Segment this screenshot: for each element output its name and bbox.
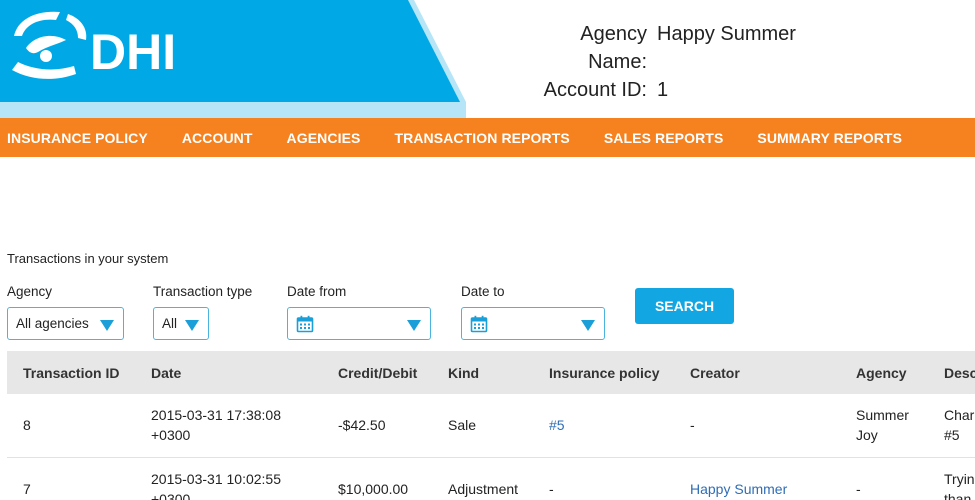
cell-agency: Summer Joy	[840, 394, 928, 458]
date-to-filter: Date to	[461, 284, 605, 340]
cell-kind: Sale	[432, 394, 533, 458]
agency-select-value: All agencies	[16, 316, 89, 331]
policy-link[interactable]: #5	[549, 417, 565, 433]
cell-date: 2015-03-31 10:02:55 +0300	[151, 470, 281, 500]
nav-insurance-policy[interactable]: INSURANCE POLICY	[7, 130, 148, 146]
account-id-value: 1	[657, 79, 669, 101]
col-header-description[interactable]: Desc	[928, 351, 975, 394]
search-button[interactable]: SEARCH	[635, 288, 734, 324]
header: DHI Agency Name: Happy Summer Account ID…	[0, 0, 975, 118]
transactions-table: Transaction ID Date Credit/Debit Kind In…	[7, 351, 975, 500]
nav-account[interactable]: ACCOUNT	[182, 130, 253, 146]
cell-transaction-id: 8	[7, 394, 135, 458]
col-header-date[interactable]: Date	[135, 351, 322, 394]
date-to-label: Date to	[461, 284, 505, 299]
table-header-row: Transaction ID Date Credit/Debit Kind In…	[7, 351, 975, 394]
nav-sales-reports[interactable]: SALES REPORTS	[604, 130, 724, 146]
cell-creator: Happy Summer	[674, 457, 840, 500]
cell-creator: -	[674, 394, 840, 458]
date-from-filter: Date from	[287, 284, 431, 340]
cell-description: Tryin than	[944, 470, 975, 500]
date-from-picker[interactable]	[287, 307, 431, 340]
nav-transaction-reports[interactable]: TRANSACTION REPORTS	[394, 130, 569, 146]
dropdown-arrow-icon	[407, 320, 421, 331]
dropdown-arrow-icon	[100, 320, 114, 331]
type-filter: Transaction type All	[153, 284, 252, 340]
agency-name-label: Agency Name:	[580, 23, 647, 73]
cell-transaction-id: 7	[23, 480, 31, 497]
cell-policy: #5	[533, 394, 674, 458]
agency-filter: Agency All agencies	[7, 284, 124, 340]
dropdown-arrow-icon	[185, 320, 199, 331]
dropdown-arrow-icon	[581, 320, 595, 331]
nav-summary-reports[interactable]: SUMMARY REPORTS	[757, 130, 902, 146]
calendar-icon	[296, 315, 314, 332]
col-header-kind[interactable]: Kind	[432, 351, 533, 394]
date-to-picker[interactable]	[461, 307, 605, 340]
type-filter-label: Transaction type	[153, 284, 253, 299]
type-select-value: All	[162, 316, 178, 331]
cell-policy: -	[549, 480, 554, 497]
section-title: Transactions in your system	[7, 251, 169, 266]
calendar-icon	[470, 315, 488, 332]
col-header-creator[interactable]: Creator	[674, 351, 840, 394]
date-from-label: Date from	[287, 284, 347, 299]
table-row: 7 2015-03-31 10:02:55 +0300 $10,000.00 Ad…	[7, 457, 975, 500]
cell-amount: -$42.50	[322, 394, 432, 458]
cell-description: Char #5	[928, 394, 975, 458]
table-row: 8 2015-03-31 17:38:08 +0300 -$42.50 Sale …	[7, 394, 975, 458]
cell-date: 2015-03-31 17:38:08 +0300	[135, 394, 322, 458]
col-header-credit-debit[interactable]: Credit/Debit	[322, 351, 432, 394]
agency-select[interactable]: All agencies	[7, 307, 124, 340]
dhi-logo[interactable]: DHI	[8, 6, 178, 86]
col-header-agency[interactable]: Agency	[840, 351, 928, 394]
logo-text: DHI	[90, 24, 176, 80]
cell-agency: -	[856, 480, 861, 497]
nav-agencies[interactable]: AGENCIES	[287, 130, 361, 146]
col-header-insurance-policy[interactable]: Insurance policy	[533, 351, 674, 394]
creator-link[interactable]: Happy Summer	[690, 481, 787, 497]
cell-kind: Adjustment	[448, 480, 519, 497]
agency-info: Agency Name: Happy Summer Account ID: 1	[525, 20, 796, 104]
cell-amount: $10,000.00	[338, 480, 409, 497]
account-id-label: Account ID:	[543, 79, 647, 101]
col-header-transaction-id[interactable]: Transaction ID	[7, 351, 135, 394]
agency-filter-label: Agency	[7, 284, 53, 299]
agency-name-value: Happy Summer	[657, 23, 796, 45]
type-select[interactable]: All	[153, 307, 209, 340]
main-nav: INSURANCE POLICY ACCOUNT AGENCIES TRANSA…	[0, 118, 975, 157]
